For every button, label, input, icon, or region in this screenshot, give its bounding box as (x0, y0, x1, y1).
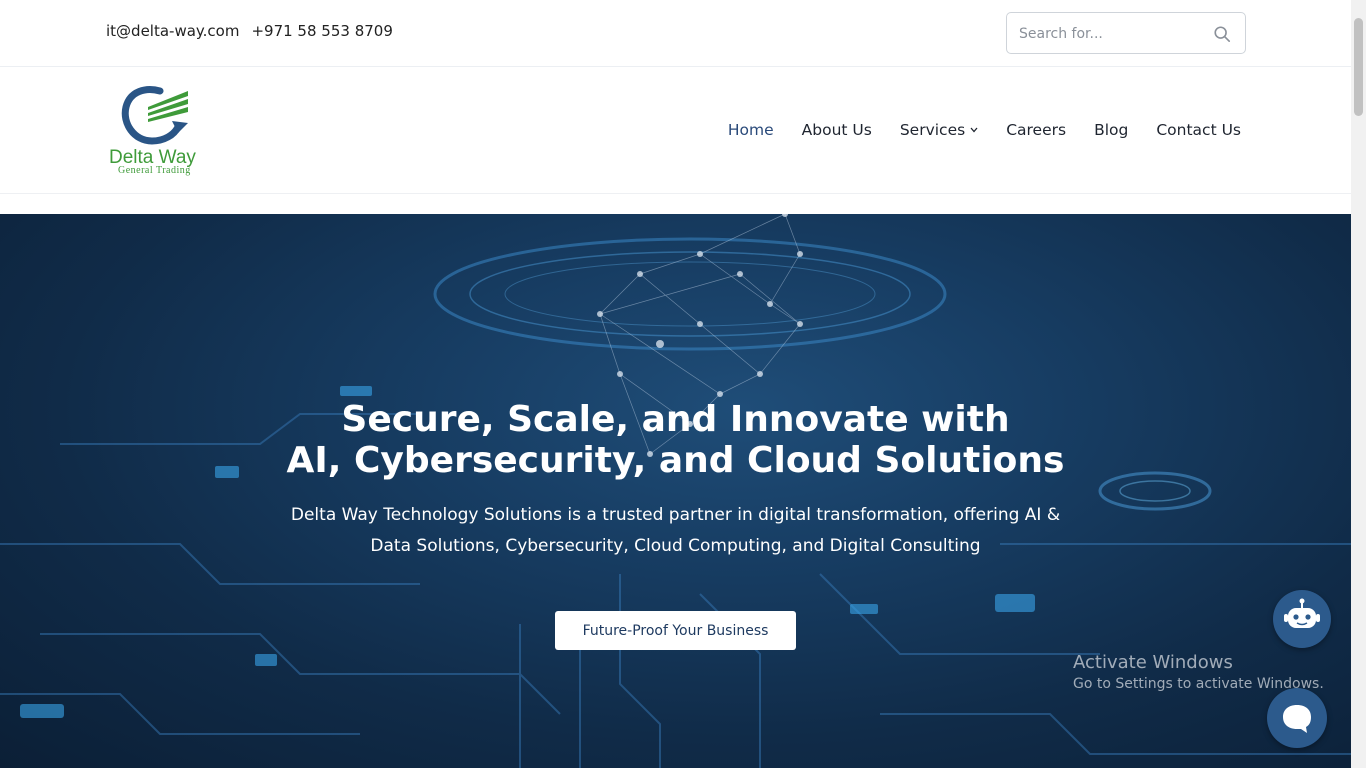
nav-careers[interactable]: Careers (1006, 121, 1066, 139)
contact-info: it@delta-way.com +971 58 553 8709 (106, 22, 393, 40)
delta-way-logo-mark (121, 86, 188, 145)
chat-bubble-icon (1283, 705, 1311, 733)
hero-title-line-2: AI, Cybersecurity, and Cloud Solutions (286, 440, 1065, 481)
top-bar: it@delta-way.com +971 58 553 8709 (0, 0, 1351, 67)
brand-tagline: General Trading (118, 165, 191, 176)
hero-title-line-1: Secure, Scale, and Innovate with (341, 399, 1010, 440)
scrollbar-thumb[interactable] (1354, 18, 1363, 116)
main-nav: Home About Us Services Careers Blog Cont… (728, 121, 1241, 139)
nav-about-label: About Us (801, 121, 872, 139)
search-icon[interactable] (1213, 25, 1231, 43)
nav-blog[interactable]: Blog (1094, 121, 1128, 139)
live-chat-button[interactable] (1267, 688, 1327, 748)
site-logo[interactable]: Delta Way General Trading (108, 85, 208, 179)
robot-icon (1284, 598, 1320, 628)
nav-contact-us[interactable]: Contact Us (1156, 121, 1241, 139)
search-input[interactable] (1019, 22, 1199, 46)
search-box (1006, 12, 1246, 54)
nav-home[interactable]: Home (728, 121, 774, 139)
site-header: Delta Way General Trading Home About Us … (0, 67, 1351, 194)
nav-blog-label: Blog (1094, 121, 1129, 139)
contact-email[interactable]: it@delta-way.com (106, 22, 239, 40)
header-spacer (0, 194, 1351, 214)
nav-home-label: Home (727, 121, 774, 139)
nav-contact-label: Contact Us (1156, 121, 1241, 139)
hero-title: Secure, Scale, and Innovate with AI, Cyb… (0, 399, 1351, 481)
hero-subtitle: Delta Way Technology Solutions is a trus… (290, 505, 1061, 556)
windows-activation-watermark: Activate Windows Go to Settings to activ… (1073, 652, 1324, 692)
nav-services-label: Services (899, 121, 966, 139)
nav-about-us[interactable]: About Us (802, 121, 872, 139)
future-proof-cta-button[interactable]: Future-Proof Your Business (555, 611, 796, 650)
page-scrollbar[interactable] (1351, 0, 1366, 768)
chevron-down-icon (970, 127, 978, 133)
chatbot-button[interactable] (1273, 590, 1331, 648)
nav-careers-label: Careers (1006, 121, 1067, 139)
watermark-title: Activate Windows (1073, 652, 1233, 673)
nav-services[interactable]: Services (900, 121, 978, 139)
contact-phone[interactable]: +971 58 553 8709 (251, 22, 392, 40)
